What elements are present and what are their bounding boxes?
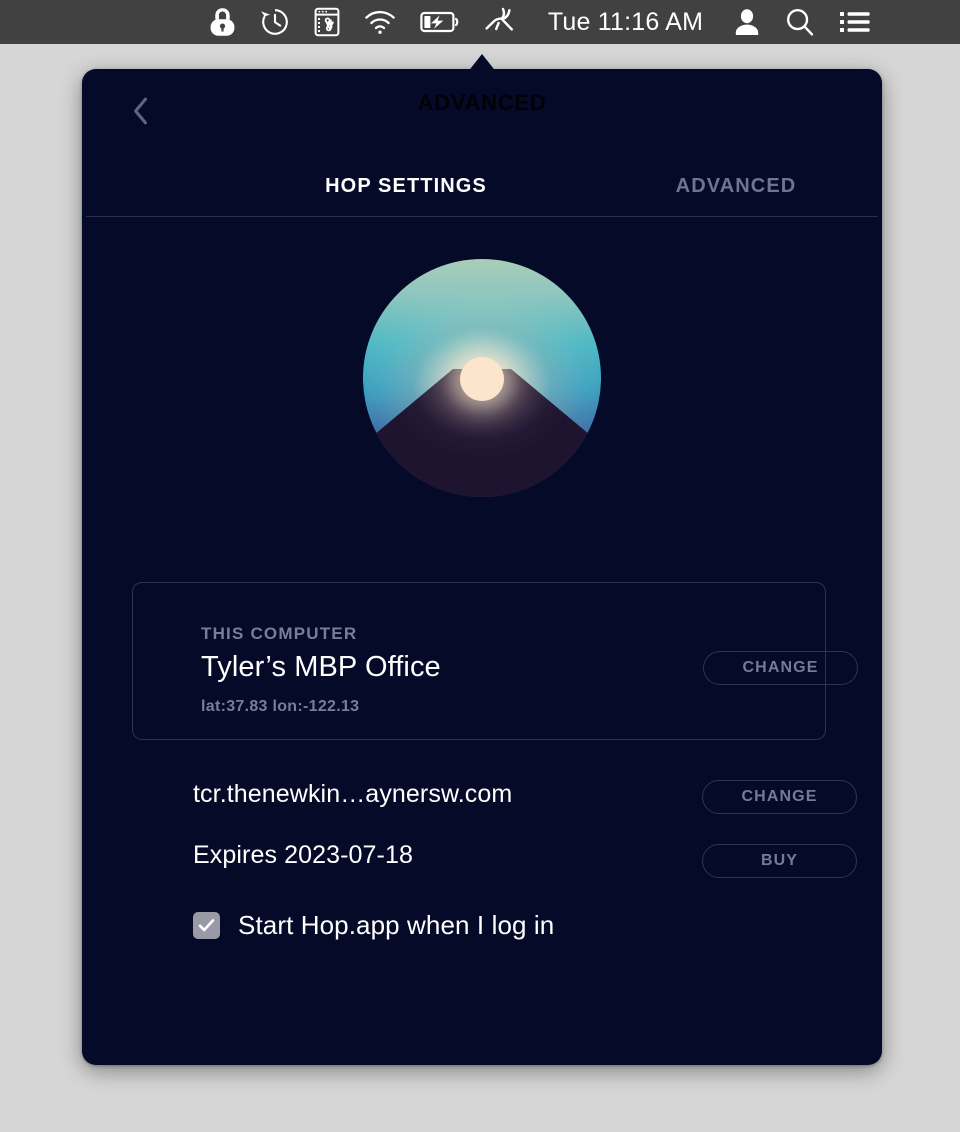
tab-hop-settings[interactable]: HOP SETTINGS — [252, 175, 560, 198]
lock-icon[interactable] — [197, 0, 248, 44]
menu-bar: Tue 11:16 AM — [0, 0, 960, 44]
expires-value: Expires 2023-07-18 — [193, 841, 413, 869]
tab-advanced[interactable]: ADVANCED — [582, 175, 882, 198]
hop-sunrise-logo — [363, 259, 601, 497]
tab-bar: HOP SETTINGS ADVANCED — [82, 149, 882, 221]
start-at-login-label: Start Hop.app when I log in — [238, 910, 555, 940]
popover-arrow — [467, 54, 497, 73]
notification-center-icon[interactable] — [827, 0, 883, 44]
logo-container — [82, 259, 882, 497]
hop-rabbit-icon[interactable] — [472, 0, 530, 44]
start-at-login-row[interactable]: Start Hop.app when I log in — [193, 910, 554, 941]
check-icon — [198, 919, 215, 932]
start-at-login-checkbox[interactable] — [193, 912, 220, 939]
battery-charging-icon[interactable] — [408, 0, 472, 44]
buy-button[interactable]: BUY — [702, 844, 857, 878]
hop-settings-popover: ADVANCED HOP SETTINGS ADVANCED THIS COMP… — [82, 69, 882, 1065]
page-title: ADVANCED — [417, 90, 547, 115]
keyboard-shortcut-icon[interactable] — [302, 0, 352, 44]
domain-value: tcr.thenewkin…aynersw.com — [193, 780, 513, 808]
tabs-divider — [86, 216, 878, 217]
spotlight-search-icon[interactable] — [773, 0, 827, 44]
change-computer-button[interactable]: CHANGE — [703, 651, 858, 685]
time-machine-icon[interactable] — [248, 0, 302, 44]
this-computer-name: Tyler’s MBP Office — [201, 651, 441, 683]
logo-sun — [460, 357, 504, 402]
this-computer-label: THIS COMPUTER — [201, 624, 358, 643]
change-domain-button[interactable]: CHANGE — [702, 780, 857, 814]
user-account-icon[interactable] — [721, 0, 773, 44]
popover-header: ADVANCED — [82, 69, 882, 149]
menu-bar-clock[interactable]: Tue 11:16 AM — [530, 8, 721, 37]
this-computer-card: THIS COMPUTER Tyler’s MBP Office lat:37.… — [132, 582, 858, 740]
wifi-icon[interactable] — [352, 0, 408, 44]
this-computer-coordinates: lat:37.83 lon:-122.13 — [201, 698, 360, 715]
